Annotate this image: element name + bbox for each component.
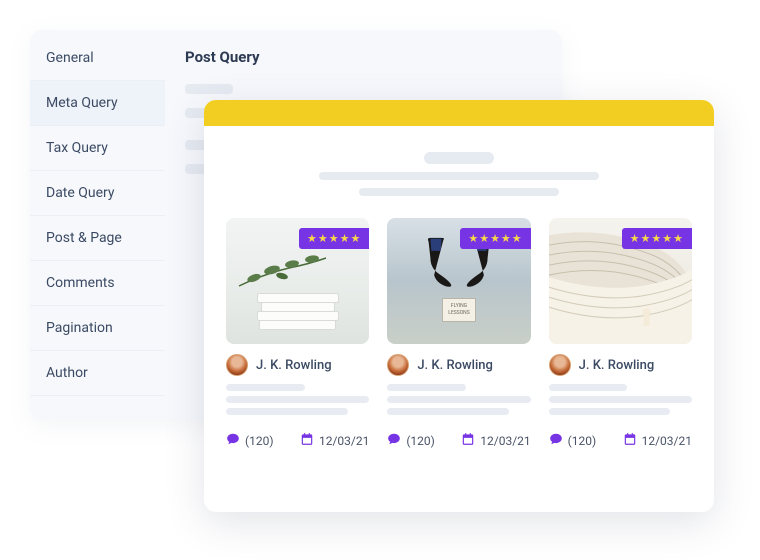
sidebar-label: Meta Query [46, 95, 118, 111]
comment-count-value: (120) [568, 434, 597, 448]
excerpt-placeholder [549, 384, 692, 420]
preview-panel: ★★★★★ J. K. Rowling (120) [204, 100, 714, 512]
post-card[interactable]: ★★★★★ J. K. Rowling (120) [226, 218, 369, 449]
boot-illustration [417, 236, 455, 288]
post-meta: (120) 12/03/21 [387, 432, 530, 449]
comment-count: (120) [226, 432, 274, 449]
author-row: J. K. Rowling [549, 354, 692, 376]
comment-icon [226, 432, 240, 449]
sign-illustration: FLYING LESSONS [442, 298, 476, 322]
calendar-icon [300, 432, 314, 449]
post-thumbnail: ★★★★★ [549, 218, 692, 344]
author-avatar [226, 354, 248, 376]
post-thumbnail: FLYING LESSONS ★★★★★ [387, 218, 530, 344]
post-date-value: 12/03/21 [480, 434, 530, 448]
sidebar-item-general[interactable]: General [30, 36, 165, 81]
sidebar-label: Pagination [46, 320, 113, 336]
placeholder-row [185, 84, 542, 94]
post-card[interactable]: ★★★★★ J. K. Rowling (120) [549, 218, 692, 449]
sidebar-label: Tax Query [46, 140, 108, 156]
sidebar-item-pagination[interactable]: Pagination [30, 306, 165, 351]
sidebar-label: Post & Page [46, 230, 122, 246]
author-avatar [387, 354, 409, 376]
excerpt-placeholder [387, 384, 530, 420]
sidebar-item-comments[interactable]: Comments [30, 261, 165, 306]
sidebar-item-date-query[interactable]: Date Query [30, 171, 165, 216]
sidebar-item-tax-query[interactable]: Tax Query [30, 126, 165, 171]
sidebar: General Meta Query Tax Query Date Query … [30, 30, 165, 420]
content-title: Post Query [185, 48, 542, 66]
sidebar-label: Comments [46, 275, 115, 291]
placeholder [185, 84, 233, 94]
comment-count-value: (120) [406, 434, 435, 448]
placeholder [359, 188, 559, 196]
comment-icon [387, 432, 401, 449]
sidebar-item-author[interactable]: Author [30, 351, 165, 396]
post-cards-row: ★★★★★ J. K. Rowling (120) [226, 218, 692, 449]
comment-icon [549, 432, 563, 449]
plant-illustration [234, 246, 334, 296]
comment-count: (120) [387, 432, 435, 449]
placeholder [319, 172, 599, 180]
calendar-icon [461, 432, 475, 449]
rating-badge: ★★★★★ [299, 228, 369, 249]
post-meta: (120) 12/03/21 [226, 432, 369, 449]
sidebar-label: Date Query [46, 185, 115, 201]
author-name: J. K. Rowling [579, 358, 655, 373]
post-meta: (120) 12/03/21 [549, 432, 692, 449]
preview-header [226, 152, 692, 196]
post-date: 12/03/21 [461, 432, 530, 449]
post-date-value: 12/03/21 [319, 434, 369, 448]
post-card[interactable]: FLYING LESSONS ★★★★★ J. K. Rowling [387, 218, 530, 449]
author-name: J. K. Rowling [256, 358, 332, 373]
post-date: 12/03/21 [623, 432, 692, 449]
comment-count-value: (120) [245, 434, 274, 448]
sidebar-item-post-page[interactable]: Post & Page [30, 216, 165, 261]
preview-topbar [204, 100, 714, 126]
books-illustration [257, 294, 339, 330]
comment-count: (120) [549, 432, 597, 449]
calendar-icon [623, 432, 637, 449]
author-avatar [549, 354, 571, 376]
placeholder [424, 152, 494, 164]
sidebar-label: General [46, 50, 94, 66]
excerpt-placeholder [226, 384, 369, 420]
author-name: J. K. Rowling [417, 358, 493, 373]
author-row: J. K. Rowling [387, 354, 530, 376]
rating-badge: ★★★★★ [460, 228, 530, 249]
sidebar-label: Author [46, 365, 88, 381]
sidebar-item-meta-query[interactable]: Meta Query [30, 81, 165, 126]
post-date-value: 12/03/21 [642, 434, 692, 448]
preview-body: ★★★★★ J. K. Rowling (120) [204, 126, 714, 465]
post-thumbnail: ★★★★★ [226, 218, 369, 344]
post-date: 12/03/21 [300, 432, 369, 449]
author-row: J. K. Rowling [226, 354, 369, 376]
rating-badge: ★★★★★ [622, 228, 692, 249]
